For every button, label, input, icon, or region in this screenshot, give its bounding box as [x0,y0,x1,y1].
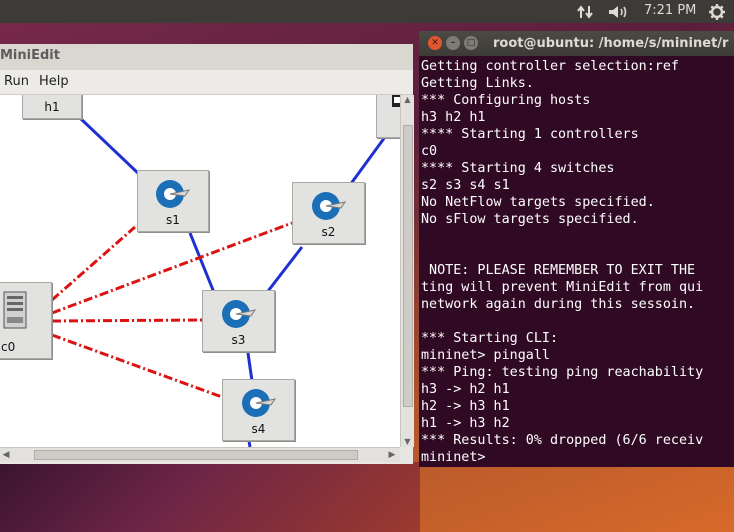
close-icon[interactable]: ✕ [428,36,442,50]
top-panel: 7:21 PM [0,0,734,23]
terminal-title: root@ubuntu: /home/s/mininet/r [493,36,729,51]
terminal-titlebar[interactable]: ✕ – □ root@ubuntu: /home/s/mininet/r [419,31,734,56]
link-s1-s3 [188,232,217,296]
terminal-output[interactable]: Getting controller selection:ref Getting … [421,58,734,467]
maximize-icon[interactable]: □ [464,36,478,50]
volume-icon[interactable] [605,2,631,21]
control-link-c0-s4 [51,333,223,399]
minimize-icon[interactable]: – [446,36,460,50]
switch-node-s3[interactable]: s3 [202,290,275,352]
link-h1-s1 [78,116,142,177]
terminal-line: Getting Links. [421,76,534,91]
terminal-line: No NetFlow targets specified. [421,195,655,210]
horizontal-scroll-thumb[interactable] [34,450,358,460]
switch-icon [311,192,346,220]
node-label: s2 [321,225,336,239]
terminal-line: *** Starting CLI: [421,331,559,346]
terminal-line: s2 s3 s4 s1 [421,178,510,193]
vertical-scroll-thumb[interactable] [403,125,413,407]
terminal-line: **** Starting 4 switches [421,161,615,176]
links-layer [51,116,387,447]
scroll-left-arrow-icon[interactable]: ◀ [0,449,12,461]
terminal-line: network again during this sessoin. [421,297,696,312]
link-s2-s3 [263,246,304,296]
terminal-line: h3 -> h2 h1 [421,382,510,397]
terminal-line: h3 h2 h1 [421,110,486,125]
terminal-line: Getting controller selection:ref [421,59,679,74]
clock[interactable]: 7:21 PM [644,3,696,18]
terminal-line: c0 [421,144,438,159]
window-title: MiniEdit [0,48,60,63]
node-label: s1 [166,213,180,227]
terminal-line: *** Configuring hosts [421,93,591,108]
network-icon[interactable] [574,2,596,21]
link-h3-s2 [348,136,387,186]
host-node-h3[interactable] [376,95,400,138]
host-icon [392,95,400,107]
host-node-h1[interactable]: h1 [22,95,82,119]
node-label: s4 [251,422,266,436]
node-label: h1 [44,100,60,114]
horizontal-scrollbar[interactable]: ◀ ▶ [0,447,400,462]
switch-icon [221,300,256,328]
controller-icon [3,291,27,329]
terminal-line: mininet> pingall [421,348,550,363]
terminal-line: *** Results: 0% dropped (6/6 receiv [421,433,704,448]
menu-run[interactable]: Run [4,74,29,89]
scroll-right-arrow-icon[interactable]: ▶ [386,449,398,461]
terminal-line: **** Starting 1 controllers [421,127,639,142]
terminal-line: ting will prevent MiniEdit from qui [421,280,704,295]
scroll-up-arrow-icon[interactable]: ▲ [402,95,413,105]
desktop-wallpaper-area [0,462,420,532]
controller-node-c0[interactable]: c0 [0,282,52,359]
vertical-scrollbar[interactable]: ▲ ▼ [400,95,414,447]
terminal-window: ✕ – □ root@ubuntu: /home/s/mininet/r Get… [419,31,734,467]
control-link-c0-s1 [51,225,136,302]
terminal-line: No sFlow targets specified. [421,212,639,227]
topology-canvas[interactable]: h1 s1 s2 s3 s4 c0 [0,95,400,447]
switch-node-s1[interactable]: s1 [137,170,209,232]
miniedit-titlebar[interactable]: MiniEdit [0,44,413,71]
menu-help[interactable]: Help [39,74,69,89]
terminal-line: h2 -> h3 h1 [421,399,510,414]
switch-node-s2[interactable]: s2 [292,182,365,244]
switch-node-s4[interactable]: s4 [222,379,295,441]
node-label: c0 [1,340,16,354]
miniedit-window: MiniEdit Run Help h1 s1 s2 s3 s4 c0 ▲ ▼ … [0,44,414,464]
link-s3-s4 [246,352,254,382]
settings-gear-icon[interactable] [706,2,728,21]
switch-icon [241,389,276,417]
terminal-line: NOTE: PLEASE REMEMBER TO EXIT THE [421,263,696,278]
node-label: s3 [231,333,246,347]
terminal-line: h1 -> h3 h2 [421,416,510,431]
control-link-c0-s3 [51,318,203,323]
terminal-line: *** Ping: testing ping reachability [421,365,704,380]
terminal-line: mininet> [421,450,486,465]
menu-bar: Run Help [0,70,413,95]
scroll-down-arrow-icon[interactable]: ▼ [402,437,413,447]
switch-icon [156,180,191,208]
